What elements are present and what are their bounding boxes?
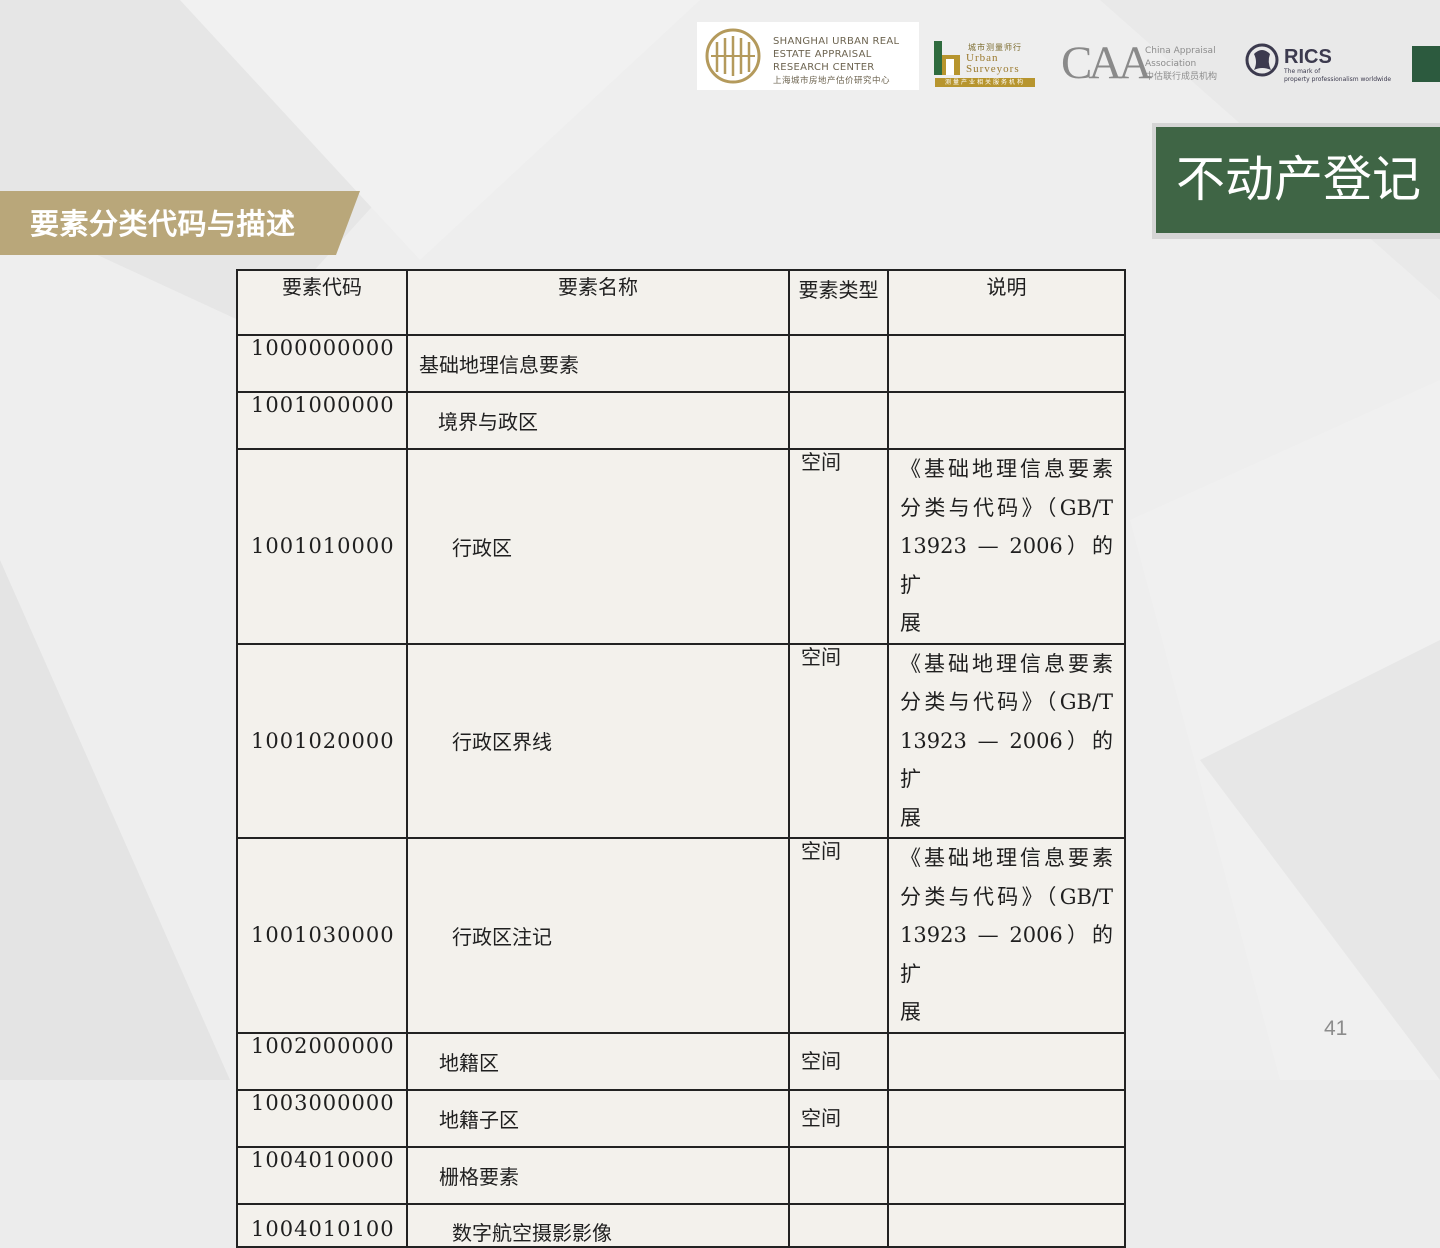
rics-lion-icon [1245, 43, 1279, 77]
element-type [788, 1145, 889, 1205]
element-code: 1002000000 [236, 1031, 408, 1091]
urban-surveyors-name: Urban Surveyors [966, 52, 1020, 75]
table-row: 1001000000 境界与政区 [236, 391, 1126, 450]
urban-surveyors-icon [934, 41, 960, 75]
rics-logo: RICS [1284, 46, 1332, 68]
element-type [788, 1202, 889, 1248]
element-description [887, 334, 1126, 393]
table-header-row: 要素代码 要素名称 要素类型 说明 [236, 269, 1126, 336]
page-title: 不动产登记 [1156, 127, 1440, 233]
section-title: 要素分类代码与描述 [30, 207, 296, 241]
title-box: 不动产登记 [1152, 123, 1440, 239]
element-name: 境界与政区 [406, 391, 790, 450]
element-code: 1001010000 [236, 448, 408, 645]
element-type: 空间 [788, 448, 889, 645]
element-description: 《基础地理信息要素 分类与代码》（GB/T 13923 — 2006）的扩 展 [887, 837, 1126, 1034]
element-description: 《基础地理信息要素 分类与代码》（GB/T 13923 — 2006）的扩 展 [887, 448, 1126, 645]
surc-english-name: SHANGHAI URBAN REAL ESTATE APPRAISAL RES… [773, 36, 900, 73]
element-description [887, 1145, 1126, 1205]
element-name: 行政区 [406, 448, 790, 645]
table-row: 1003000000 地籍子区 空间 [236, 1088, 1126, 1148]
header-description: 说明 [887, 269, 1126, 336]
element-code: 1001030000 [236, 837, 408, 1034]
element-type [788, 391, 889, 450]
header-code: 要素代码 [236, 269, 408, 336]
header-type: 要素类型 [788, 269, 889, 336]
element-name: 地籍区 [406, 1031, 790, 1091]
element-name: 基础地理信息要素 [406, 334, 790, 393]
element-type [788, 334, 889, 393]
element-name: 栅格要素 [406, 1145, 790, 1205]
header-name: 要素名称 [406, 269, 790, 336]
element-name: 数字航空摄影影像 [406, 1202, 790, 1248]
urban-surveyors-subtitle: 测量产业相关服务机构 [935, 78, 1035, 87]
table-row: 1000000000 基础地理信息要素 [236, 334, 1126, 393]
element-code: 1004010100 [236, 1202, 408, 1248]
table-row: 1001020000 行政区界线 空间 《基础地理信息要素 分类与代码》（GB/… [236, 642, 1126, 839]
table-row: 1004010100 数字航空摄影影像 [236, 1202, 1126, 1248]
element-description [887, 1088, 1126, 1148]
element-name: 地籍子区 [406, 1088, 790, 1148]
element-code: 1001020000 [236, 642, 408, 839]
surc-emblem-icon [705, 28, 761, 84]
element-name: 行政区界线 [406, 642, 790, 839]
element-code: 1004010000 [236, 1145, 408, 1205]
table-row: 1002000000 地籍区 空间 [236, 1031, 1126, 1091]
element-type: 空间 [788, 1088, 889, 1148]
element-code: 1000000000 [236, 334, 408, 393]
element-description [887, 1202, 1126, 1248]
page-number: 41 [1324, 1017, 1348, 1040]
element-type: 空间 [788, 1031, 889, 1091]
element-description [887, 1031, 1126, 1091]
surc-chinese-name: 上海城市房地产估价研究中心 [773, 76, 891, 86]
caa-text: China Appraisal Association 中估联行成员机构 [1145, 46, 1218, 82]
element-type: 空间 [788, 837, 889, 1034]
table-row: 1001030000 行政区注记 空间 《基础地理信息要素 分类与代码》（GB/… [236, 837, 1126, 1034]
element-code: 1003000000 [236, 1088, 408, 1148]
table-row: 1001010000 行政区 空间 《基础地理信息要素 分类与代码》（GB/T … [236, 448, 1126, 645]
corner-accent [1412, 46, 1440, 82]
caa-logo: CAA [1061, 37, 1152, 89]
table-row: 1004010000 栅格要素 [236, 1145, 1126, 1205]
surc-logo: SHANGHAI URBAN REAL ESTATE APPRAISAL RES… [697, 22, 919, 90]
element-name: 行政区注记 [406, 837, 790, 1034]
element-code: 1001000000 [236, 391, 408, 450]
element-description [887, 391, 1126, 450]
element-type: 空间 [788, 642, 889, 839]
element-classification-table: 要素代码 要素名称 要素类型 说明 1000000000 基础地理信息要素 10… [236, 269, 1126, 1248]
element-description: 《基础地理信息要素 分类与代码》（GB/T 13923 — 2006）的扩 展 [887, 642, 1126, 839]
rics-tagline: The mark of property professionalism wor… [1284, 68, 1392, 83]
